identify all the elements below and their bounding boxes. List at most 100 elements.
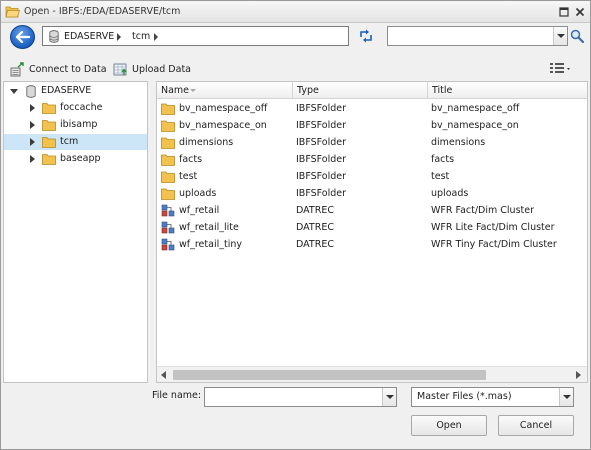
folder-icon xyxy=(42,137,56,148)
close-button[interactable] xyxy=(573,5,586,18)
database-icon xyxy=(26,85,36,98)
tree-item-ibisamp[interactable]: ibisamp xyxy=(4,117,147,133)
tree-item-edaserve[interactable]: EDASERVE xyxy=(4,83,147,99)
file-row-wf-retail-tiny[interactable]: wf_retail_tiny DATREC WFR Tiny Fact/Dim Cl… xyxy=(157,236,587,253)
folder-icon xyxy=(42,103,56,114)
tree-item-tcm[interactable]: tcm xyxy=(4,134,147,150)
connect-to-data-button[interactable]: Connect to Data xyxy=(10,61,107,77)
folder-icon xyxy=(161,103,175,115)
file-name-cell: facts xyxy=(179,154,203,165)
file-title-cell: WFR Fact/Dim Cluster xyxy=(431,205,534,216)
folder-icon xyxy=(42,154,56,165)
title-bar: Open - IBFS:/EDA/EDASERVE/tcm xyxy=(1,1,590,23)
chevron-right-icon[interactable] xyxy=(117,33,121,41)
file-type-select[interactable]: Master Files (*.mas) xyxy=(411,387,574,407)
file-name-cell: uploads xyxy=(179,188,217,199)
upload-data-icon xyxy=(113,63,127,75)
file-name-cell: wf_retail_tiny xyxy=(179,239,242,250)
folder-tree: EDASERVE foccache ibisamp tcm baseapp xyxy=(3,81,148,383)
file-type-cell: IBFSFolder xyxy=(296,120,347,131)
column-header-name[interactable]: Name xyxy=(157,82,293,99)
file-type-value: Master Files (*.mas) xyxy=(417,391,512,402)
chevron-right-icon[interactable] xyxy=(154,33,158,41)
tree-item-foccache[interactable]: foccache xyxy=(4,100,147,116)
tree-item-label: tcm xyxy=(60,136,79,147)
expand-arrow-icon[interactable] xyxy=(30,155,35,163)
maximize-icon xyxy=(558,6,569,17)
file-row-wf-retail-lite[interactable]: wf_retail_lite DATREC WFR Lite Fact/Dim Cl… xyxy=(157,219,587,236)
file-type-dropdown-button[interactable] xyxy=(559,388,573,406)
collapse-arrow-icon[interactable] xyxy=(10,89,18,94)
search-icon[interactable] xyxy=(570,29,584,43)
cancel-button[interactable]: Cancel xyxy=(498,415,574,436)
column-header-type[interactable]: Type xyxy=(293,82,428,99)
tree-item-label: ibisamp xyxy=(60,119,98,130)
search-combobox[interactable] xyxy=(387,26,568,46)
scroll-right-icon[interactable] xyxy=(576,371,581,379)
folder-icon xyxy=(42,120,56,131)
file-row-dimensions[interactable]: dimensions IBFSFolder dimensions xyxy=(157,134,587,151)
scrollbar-thumb[interactable] xyxy=(173,370,486,380)
file-name-dropdown-button[interactable] xyxy=(382,388,396,406)
back-button[interactable] xyxy=(10,25,35,49)
file-title-cell: test xyxy=(431,171,450,182)
file-title-cell: facts xyxy=(431,154,455,165)
file-title-cell: dimensions xyxy=(431,137,486,148)
file-title-cell: uploads xyxy=(431,188,469,199)
file-title-cell: bv_namespace_off xyxy=(431,103,520,114)
file-type-cell: IBFSFolder xyxy=(296,137,347,148)
file-type-cell: DATREC xyxy=(296,239,334,250)
expand-arrow-icon[interactable] xyxy=(30,121,35,129)
refresh-icon[interactable] xyxy=(358,28,374,44)
horizontal-scrollbar[interactable] xyxy=(157,366,587,382)
search-dropdown-button[interactable] xyxy=(553,27,567,45)
file-row-test[interactable]: test IBFSFolder test xyxy=(157,168,587,185)
chevron-down-icon xyxy=(385,395,394,399)
maximize-button[interactable] xyxy=(557,5,570,18)
file-type-cell: IBFSFolder xyxy=(296,188,347,199)
folder-icon xyxy=(161,188,175,200)
cluster-icon xyxy=(161,238,175,251)
file-name-cell: dimensions xyxy=(179,137,234,148)
tree-item-baseapp[interactable]: baseapp xyxy=(4,151,147,167)
expand-arrow-icon[interactable] xyxy=(30,104,35,112)
cluster-icon xyxy=(161,204,175,217)
folder-open-icon xyxy=(5,6,20,18)
breadcrumb: EDASERVE tcm xyxy=(42,26,349,46)
view-options-icon[interactable] xyxy=(549,62,573,76)
file-row-wf-retail[interactable]: wf_retail DATREC WFR Fact/Dim Cluster xyxy=(157,202,587,219)
scroll-left-icon[interactable] xyxy=(161,371,166,379)
file-title-cell: WFR Tiny Fact/Dim Cluster xyxy=(431,239,557,250)
file-name-field[interactable] xyxy=(204,387,397,407)
chevron-down-icon xyxy=(562,395,571,399)
cluster-icon xyxy=(161,221,175,234)
file-name-cell: wf_retail xyxy=(179,205,220,216)
expand-arrow-icon[interactable] xyxy=(30,138,35,146)
file-type-cell: IBFSFolder xyxy=(296,171,347,182)
upload-data-button[interactable]: Upload Data xyxy=(113,61,191,77)
tree-item-label: foccache xyxy=(60,102,103,113)
column-header-title[interactable]: Title xyxy=(428,82,587,99)
file-type-cell: DATREC xyxy=(296,222,334,233)
open-dialog: Open - IBFS:/EDA/EDASERVE/tcm EDASERVE t… xyxy=(0,0,591,450)
folder-icon xyxy=(161,120,175,132)
database-icon xyxy=(49,30,59,43)
breadcrumb-edaserve[interactable]: EDASERVE xyxy=(64,31,114,42)
sort-indicator-icon xyxy=(190,89,196,92)
file-name-cell: test xyxy=(179,171,198,182)
breadcrumb-tcm[interactable]: tcm xyxy=(132,31,150,42)
file-row-uploads[interactable]: uploads IBFSFolder uploads xyxy=(157,185,587,202)
file-row-bv-namespace-on[interactable]: bv_namespace_on IBFSFolder bv_namespace_on xyxy=(157,117,587,134)
file-type-cell: IBFSFolder xyxy=(296,154,347,165)
file-name-cell: bv_namespace_on xyxy=(179,120,267,131)
file-name-cell: bv_namespace_off xyxy=(179,103,268,114)
open-button[interactable]: Open xyxy=(411,415,487,436)
file-type-cell: IBFSFolder xyxy=(296,103,347,114)
file-row-bv-namespace-off[interactable]: bv_namespace_off IBFSFolder bv_namespace_o… xyxy=(157,100,587,117)
folder-icon xyxy=(161,154,175,166)
tree-item-label: EDASERVE xyxy=(41,85,92,96)
close-icon xyxy=(575,7,584,16)
window-title: Open - IBFS:/EDA/EDASERVE/tcm xyxy=(24,6,181,17)
upload-data-label: Upload Data xyxy=(132,63,191,75)
file-row-facts[interactable]: facts IBFSFolder facts xyxy=(157,151,587,168)
